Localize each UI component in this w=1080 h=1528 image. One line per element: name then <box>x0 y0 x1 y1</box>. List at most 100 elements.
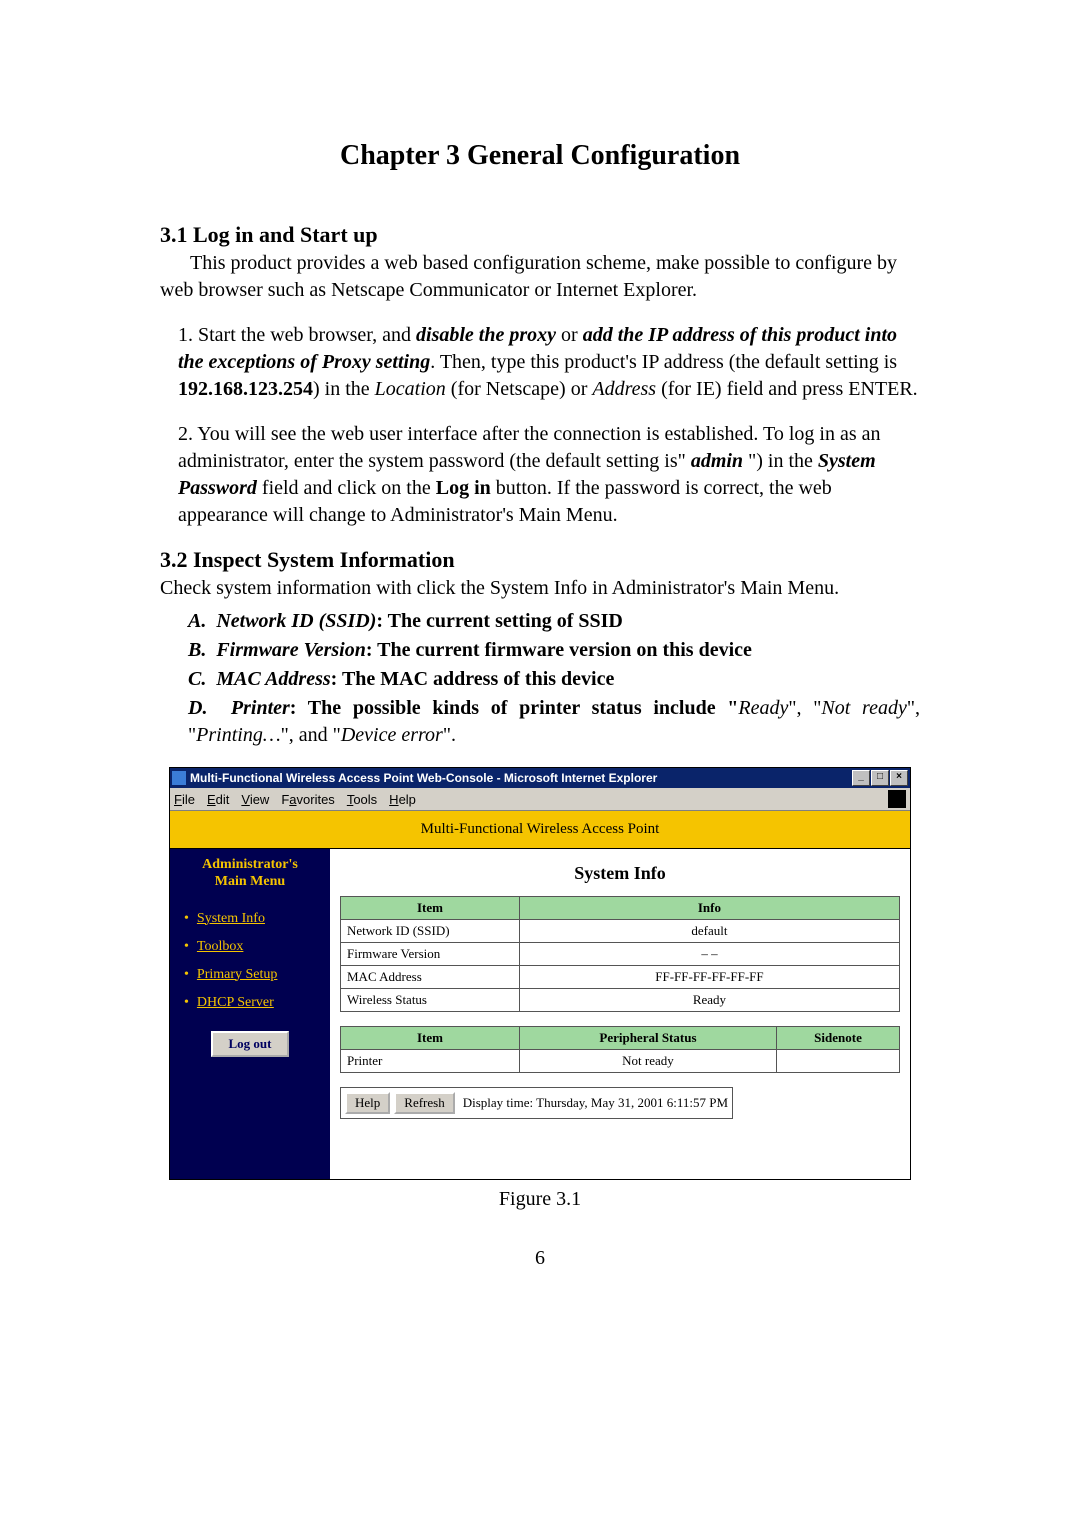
intro-paragraph: This product provides a web based config… <box>160 250 920 304</box>
step-1-then: . Then, type this product's IP address (… <box>430 351 897 373</box>
item-b-label: B. <box>188 639 206 661</box>
item-d-deviceerror: Device error <box>341 724 443 746</box>
product-banner: Multi-Functional Wireless Access Point <box>170 811 910 849</box>
sidebar: Administrator's Main Menu System Info To… <box>170 849 330 1179</box>
section-3-2-para: Check system information with click the … <box>160 575 920 602</box>
sidebar-item-system-info[interactable]: System Info <box>170 905 330 933</box>
step-2-mid1: ") in the <box>743 450 818 472</box>
ie-app-icon <box>172 771 186 785</box>
figure-label: Figure 3.1 <box>160 1188 920 1211</box>
t1-r0-item: Network ID (SSID) <box>341 920 520 943</box>
step-1-or: or <box>556 324 583 346</box>
item-a: A. Network ID (SSID): The current settin… <box>160 608 920 635</box>
t1-r2-info: FF-FF-FF-FF-FF-FF <box>519 966 899 989</box>
t2-r0-item: Printer <box>341 1050 520 1073</box>
page-number: 6 <box>160 1247 920 1270</box>
sidebar-link-dhcp-server[interactable]: DHCP Server <box>197 995 274 1010</box>
sidebar-link-primary-setup[interactable]: Primary Setup <box>197 967 278 982</box>
item-d-desc5: ". <box>443 724 456 746</box>
refresh-button[interactable]: Refresh <box>394 1092 454 1114</box>
t1-r3-item: Wireless Status <box>341 989 520 1012</box>
menu-favorites[interactable]: Favorites <box>281 792 334 807</box>
sidebar-item-primary-setup[interactable]: Primary Setup <box>170 961 330 989</box>
ie-window: Multi-Functional Wireless Access Point W… <box>169 767 911 1180</box>
step-2-login: Log in <box>436 477 491 499</box>
step-2: 2. You will see the web user interface a… <box>160 421 920 529</box>
item-c-term: MAC Address <box>216 668 330 690</box>
item-a-colon: : The current setting of SSID <box>376 610 622 632</box>
t1-r2-item: MAC Address <box>341 966 520 989</box>
window-controls: _ □ × <box>852 770 908 786</box>
item-d-ready: Ready <box>738 697 788 719</box>
item-b-term: Firmware Version <box>216 639 365 661</box>
action-row: Help Refresh Display time: Thursday, May… <box>340 1087 733 1119</box>
menu-tools[interactable]: Tools <box>347 792 377 807</box>
table-row: MAC AddressFF-FF-FF-FF-FF-FF <box>341 966 900 989</box>
table-row: Printer Not ready <box>341 1050 900 1073</box>
sidebar-header-line2: Main Menu <box>170 874 330 891</box>
step-1: 1. Start the web browser, and disable th… <box>160 322 920 403</box>
sidebar-item-toolbox[interactable]: Toolbox <box>170 933 330 961</box>
t1-header-info: Info <box>519 897 899 920</box>
item-d-term: Printer <box>231 697 290 719</box>
step-1-text: 1. Start the web browser, and <box>178 324 416 346</box>
panel-title: System Info <box>340 863 900 884</box>
t2-header-item: Item <box>341 1027 520 1050</box>
item-c: C. MAC Address: The MAC address of this … <box>160 666 920 693</box>
main-panel: System Info Item Info Network ID (SSID)d… <box>330 849 910 1179</box>
ie-throbber-icon <box>888 790 906 808</box>
maximize-button[interactable]: □ <box>871 770 889 786</box>
menubar: File Edit View Favorites Tools Help <box>170 788 910 811</box>
item-a-term: Network ID (SSID) <box>216 610 376 632</box>
item-c-label: C. <box>188 668 206 690</box>
system-info-table: Item Info Network ID (SSID)default Firmw… <box>340 896 900 1012</box>
menu-help[interactable]: Help <box>389 792 416 807</box>
t2-header-status: Peripheral Status <box>519 1027 776 1050</box>
sidebar-header-line1: Administrator's <box>170 857 330 874</box>
t1-r3-info: Ready <box>519 989 899 1012</box>
logout-button[interactable]: Log out <box>211 1031 290 1057</box>
menu-file[interactable]: File <box>174 792 195 807</box>
item-d-printing: Printing… <box>196 724 280 746</box>
step-1-default-ip: 192.168.123.254 <box>178 378 313 400</box>
help-button[interactable]: Help <box>345 1092 390 1114</box>
item-d-desc1: : The possible kinds of printer status i… <box>290 697 739 719</box>
menu-edit[interactable]: Edit <box>207 792 229 807</box>
step-2-mid2: field and click on the <box>257 477 436 499</box>
step-2-admin: admin <box>691 450 743 472</box>
step-1-in-the: ) in the <box>313 378 375 400</box>
step-1-netscape: (for Netscape) or <box>446 378 593 400</box>
minimize-button[interactable]: _ <box>852 770 870 786</box>
t1-r0-info: default <box>519 920 899 943</box>
item-b: B. Firmware Version: The current firmwar… <box>160 637 920 664</box>
section-3-1-title: 3.1 Log in and Start up <box>160 222 920 248</box>
section-3-2-title: 3.2 Inspect System Information <box>160 547 920 573</box>
t1-r1-info: – – <box>519 943 899 966</box>
t2-r0-sidenote <box>777 1050 900 1073</box>
item-d-desc4: ", and " <box>281 724 341 746</box>
sidebar-link-toolbox[interactable]: Toolbox <box>197 939 243 954</box>
item-d-desc2: ", " <box>788 697 821 719</box>
close-button[interactable]: × <box>890 770 908 786</box>
sidebar-item-dhcp-server[interactable]: DHCP Server <box>170 989 330 1017</box>
table-row: Firmware Version– – <box>341 943 900 966</box>
step-1-address: Address <box>592 378 656 400</box>
step-1-disable-proxy: disable the proxy <box>416 324 556 346</box>
menu-view[interactable]: View <box>241 792 269 807</box>
t1-header-item: Item <box>341 897 520 920</box>
item-d-notready: Not ready <box>821 697 906 719</box>
t1-r1-item: Firmware Version <box>341 943 520 966</box>
item-d-label: D. <box>188 697 207 719</box>
item-b-colon: : The current firmware version on this d… <box>366 639 752 661</box>
table-row: Network ID (SSID)default <box>341 920 900 943</box>
step-1-end: (for IE) field and press ENTER. <box>656 378 918 400</box>
t2-r0-status: Not ready <box>519 1050 776 1073</box>
item-d: D. Printer: The possible kinds of printe… <box>160 695 920 749</box>
peripheral-status-table: Item Peripheral Status Sidenote Printer … <box>340 1026 900 1073</box>
item-a-label: A. <box>188 610 206 632</box>
step-1-location: Location <box>375 378 446 400</box>
window-title: Multi-Functional Wireless Access Point W… <box>190 771 852 785</box>
sidebar-header: Administrator's Main Menu <box>170 857 330 891</box>
sidebar-link-system-info[interactable]: System Info <box>197 911 265 926</box>
item-c-colon: : The MAC address of this device <box>331 668 615 690</box>
